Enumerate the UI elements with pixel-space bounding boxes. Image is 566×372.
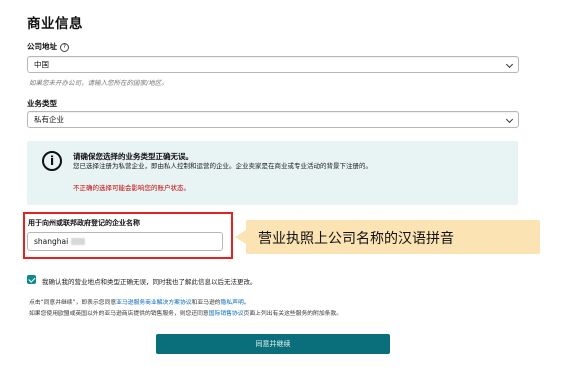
- business-type-label: 业务类型: [27, 99, 57, 108]
- legal-line-1: 点击“同意并继续”，即表示您同意亚马逊服务商业解决方案协议和亚马逊的隐私声明。: [29, 297, 250, 306]
- company-name-input[interactable]: shanghai: [27, 232, 223, 251]
- legal-line-2: 如果您使用欧盟或英国以外的亚马逊商店提供的销售服务，则您还同意国际销售协议页面上…: [29, 308, 342, 317]
- callout-arrow: [235, 230, 246, 244]
- confirm-checkbox[interactable]: [27, 275, 36, 284]
- business-type-value: 私有企业: [34, 115, 64, 124]
- country-value: 中国: [34, 60, 49, 69]
- chevron-down-icon: [505, 115, 514, 124]
- privacy-notice-link[interactable]: 隐私声明: [221, 300, 244, 306]
- legal-text: 页面上列出有关这些服务的附加条款。: [243, 311, 343, 317]
- info-warning: 不正确的选择可能会影响您的账户状态。: [73, 184, 190, 192]
- address-hint: 如果您未开办公司，请输入您所在的国家/地区。: [29, 79, 168, 87]
- address-label-text: 公司地址: [27, 42, 57, 51]
- confirm-label: 我确认我的营业地点和类型正确无误，同时我也了解此信息以后无法更改。: [42, 278, 257, 286]
- info-body: 您已选择注册为私营企业，即由私人控制和运营的企业。企业卖家是在商业或专业活动的背…: [73, 162, 372, 170]
- company-name-label: 用于向州或联邦政府登记的企业名称: [28, 219, 140, 227]
- country-select[interactable]: 中国: [27, 56, 519, 73]
- redacted-text: [71, 238, 86, 245]
- page-title: 商业信息: [27, 16, 83, 32]
- address-label: 公司地址?: [27, 41, 69, 52]
- legal-text: 点击“同意并继续”，即表示您同意: [29, 300, 117, 306]
- services-agreement-link[interactable]: 亚马逊服务商业解决方案协议: [116, 300, 191, 306]
- callout-text: 营业执照上公司名称的汉语拼音: [258, 231, 454, 247]
- international-agreement-link[interactable]: 国际销售协议: [209, 311, 244, 317]
- business-type-select[interactable]: 私有企业: [27, 111, 519, 128]
- company-name-value: shanghai: [34, 237, 69, 246]
- help-icon[interactable]: ?: [60, 43, 69, 52]
- chevron-down-icon: [505, 60, 514, 69]
- legal-text: 如果您使用欧盟或英国以外的亚马逊商店提供的销售服务，则您还同意: [29, 311, 209, 317]
- legal-text: 。: [243, 300, 250, 306]
- agree-continue-button[interactable]: 同意并继续: [156, 334, 390, 354]
- legal-text: 和亚马逊的: [191, 300, 221, 306]
- info-icon: i: [42, 151, 62, 171]
